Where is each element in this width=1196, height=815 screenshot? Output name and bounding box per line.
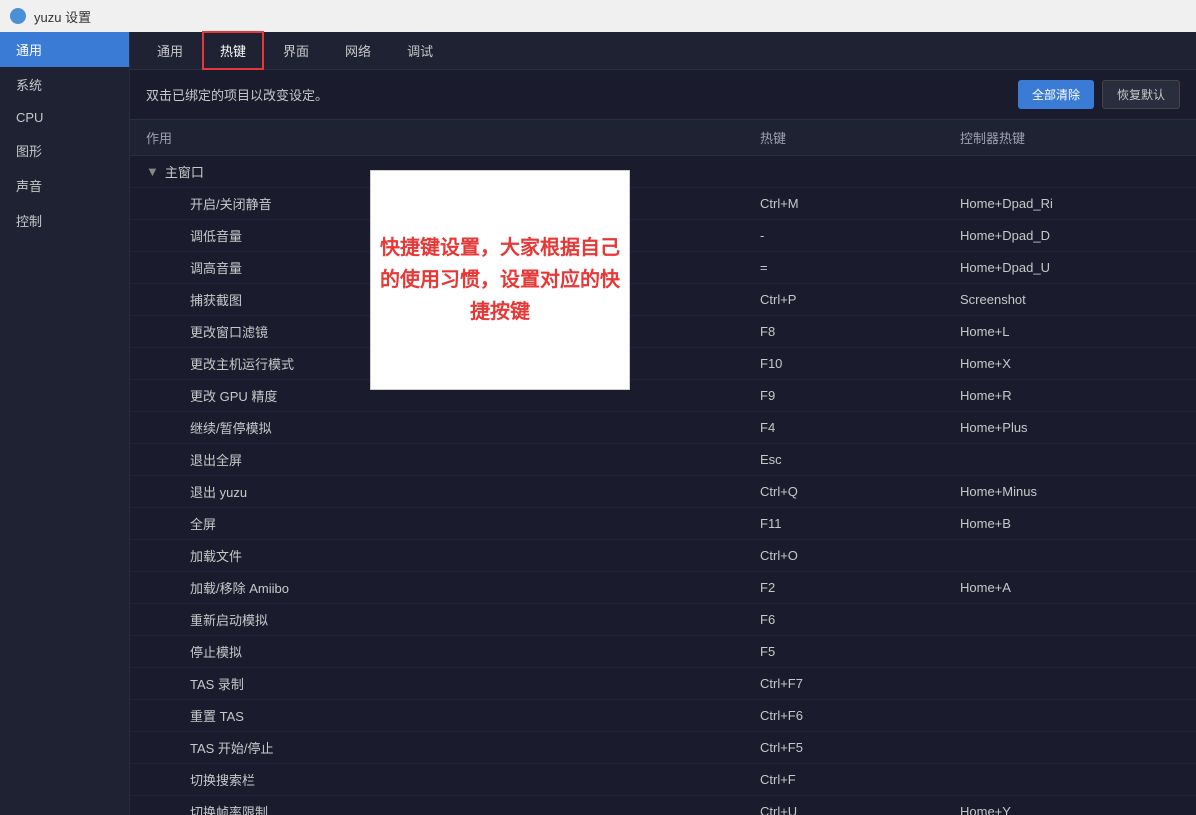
controller-hotkey-header: 控制器热键 bbox=[960, 128, 1180, 147]
section-name: 主窗口 bbox=[165, 162, 204, 181]
hotkey-cell: Ctrl+F7 bbox=[760, 676, 960, 691]
hotkey-cell: = bbox=[760, 260, 960, 275]
hotkey-cell: Ctrl+F5 bbox=[760, 740, 960, 755]
controller-hotkey-cell: Home+B bbox=[960, 516, 1180, 531]
table-row[interactable]: TAS 开始/停止Ctrl+F5 bbox=[130, 732, 1196, 764]
hotkey-cell: Esc bbox=[760, 452, 960, 467]
tab-debug[interactable]: 调试 bbox=[390, 32, 450, 69]
restore-button[interactable]: 恢复默认 bbox=[1102, 80, 1180, 109]
action-cell: 切换帧率限制 bbox=[146, 802, 760, 815]
instruction-bar: 双击已绑定的项目以改变设定。 全部清除 恢复默认 bbox=[130, 70, 1196, 120]
table-row[interactable]: 全屏F11Home+B bbox=[130, 508, 1196, 540]
hotkey-cell: F8 bbox=[760, 324, 960, 339]
hotkey-cell: F6 bbox=[760, 612, 960, 627]
controller-hotkey-cell: Home+R bbox=[960, 388, 1180, 403]
sidebar-item-control[interactable]: 控制 bbox=[0, 203, 129, 238]
controller-hotkey-cell: Screenshot bbox=[960, 292, 1180, 307]
controller-hotkey-cell: Home+X bbox=[960, 356, 1180, 371]
tab-interface[interactable]: 界面 bbox=[266, 32, 326, 69]
sidebar-item-graphics[interactable]: 图形 bbox=[0, 133, 129, 168]
tab-hotkeys[interactable]: 热键 bbox=[202, 31, 264, 70]
hotkey-cell: Ctrl+M bbox=[760, 196, 960, 211]
sidebar-item-cpu[interactable]: CPU bbox=[0, 102, 129, 133]
title-bar: yuzu 设置 bbox=[0, 0, 1196, 32]
hotkey-cell: Ctrl+Q bbox=[760, 484, 960, 499]
popup-overlay: 快捷键设置，大家根据自己的使用习惯，设置对应的快捷按键 bbox=[370, 170, 630, 390]
tab-network[interactable]: 网络 bbox=[328, 32, 388, 69]
hotkey-cell: F9 bbox=[760, 388, 960, 403]
hotkey-cell: Ctrl+O bbox=[760, 548, 960, 563]
hotkey-table[interactable]: 作用 热键 控制器热键 ▼ 主窗口开启/关闭静音Ctrl+MHome+Dpad_R… bbox=[130, 120, 1196, 815]
table-row[interactable]: 加载文件Ctrl+O bbox=[130, 540, 1196, 572]
hotkey-cell: F4 bbox=[760, 420, 960, 435]
content-area: 通用热键界面网络调试 双击已绑定的项目以改变设定。 全部清除 恢复默认 作用 热… bbox=[130, 32, 1196, 815]
app-icon bbox=[10, 8, 26, 24]
hotkey-cell: F2 bbox=[760, 580, 960, 595]
sidebar: 通用系统CPU图形声音控制 bbox=[0, 32, 130, 815]
hotkey-cell: - bbox=[760, 228, 960, 243]
table-row[interactable]: 捕获截图Ctrl+PScreenshot bbox=[130, 284, 1196, 316]
sidebar-item-general[interactable]: 通用 bbox=[0, 32, 129, 67]
action-cell: 切换搜索栏 bbox=[146, 770, 760, 789]
controller-hotkey-cell: Home+Plus bbox=[960, 420, 1180, 435]
table-row[interactable]: 退出全屏Esc bbox=[130, 444, 1196, 476]
controller-hotkey-cell: Home+Dpad_Ri bbox=[960, 196, 1180, 211]
table-row[interactable]: 停止模拟F5 bbox=[130, 636, 1196, 668]
controller-hotkey-cell: Home+L bbox=[960, 324, 1180, 339]
action-cell: 退出全屏 bbox=[146, 450, 760, 469]
tab-general[interactable]: 通用 bbox=[140, 32, 200, 69]
action-cell: 退出 yuzu bbox=[146, 482, 760, 501]
action-cell: 继续/暂停模拟 bbox=[146, 418, 760, 437]
action-cell: 停止模拟 bbox=[146, 642, 760, 661]
popup-text: 快捷键设置，大家根据自己的使用习惯，设置对应的快捷按键 bbox=[371, 232, 629, 328]
section-header[interactable]: ▼ 主窗口 bbox=[130, 156, 1196, 188]
hotkey-cell: Ctrl+F bbox=[760, 772, 960, 787]
hotkey-header: 热键 bbox=[760, 128, 960, 147]
action-cell: TAS 录制 bbox=[146, 674, 760, 693]
controller-hotkey-cell: Home+A bbox=[960, 580, 1180, 595]
main-container: 通用系统CPU图形声音控制 通用热键界面网络调试 双击已绑定的项目以改变设定。 … bbox=[0, 32, 1196, 815]
table-row[interactable]: 切换帧率限制Ctrl+UHome+Y bbox=[130, 796, 1196, 815]
table-row[interactable]: 开启/关闭静音Ctrl+MHome+Dpad_Ri bbox=[130, 188, 1196, 220]
table-row[interactable]: 继续/暂停模拟F4Home+Plus bbox=[130, 412, 1196, 444]
action-cell: 加载文件 bbox=[146, 546, 760, 565]
hotkey-cell: F5 bbox=[760, 644, 960, 659]
table-row[interactable]: 加载/移除 AmiiboF2Home+A bbox=[130, 572, 1196, 604]
table-row[interactable]: 退出 yuzuCtrl+QHome+Minus bbox=[130, 476, 1196, 508]
title-bar-text: yuzu 设置 bbox=[34, 7, 91, 26]
hotkey-cell: Ctrl+F6 bbox=[760, 708, 960, 723]
action-cell: 重置 TAS bbox=[146, 706, 760, 725]
action-cell: 重新启动模拟 bbox=[146, 610, 760, 629]
action-cell: 加载/移除 Amiibo bbox=[146, 578, 760, 597]
table-row[interactable]: 重新启动模拟F6 bbox=[130, 604, 1196, 636]
action-cell: TAS 开始/停止 bbox=[146, 738, 760, 757]
hotkey-cell: F10 bbox=[760, 356, 960, 371]
controller-hotkey-cell: Home+Y bbox=[960, 804, 1180, 815]
table-header: 作用 热键 控制器热键 bbox=[130, 120, 1196, 156]
hotkey-cell: Ctrl+U bbox=[760, 804, 960, 815]
table-row[interactable]: 切换搜索栏Ctrl+F bbox=[130, 764, 1196, 796]
table-row[interactable]: 调高音量=Home+Dpad_U bbox=[130, 252, 1196, 284]
tabs-bar: 通用热键界面网络调试 bbox=[130, 32, 1196, 70]
table-row[interactable]: 更改主机运行模式F10Home+X bbox=[130, 348, 1196, 380]
arrow-icon: ▼ bbox=[146, 164, 159, 179]
table-row[interactable]: 重置 TASCtrl+F6 bbox=[130, 700, 1196, 732]
action-cell: 全屏 bbox=[146, 514, 760, 533]
action-buttons: 全部清除 恢复默认 bbox=[1018, 80, 1180, 109]
controller-hotkey-cell: Home+Minus bbox=[960, 484, 1180, 499]
table-body: ▼ 主窗口开启/关闭静音Ctrl+MHome+Dpad_Ri调低音量-Home+D… bbox=[130, 156, 1196, 815]
hotkey-cell: F11 bbox=[760, 516, 960, 531]
table-row[interactable]: TAS 录制Ctrl+F7 bbox=[130, 668, 1196, 700]
table-row[interactable]: 调低音量-Home+Dpad_D bbox=[130, 220, 1196, 252]
table-row[interactable]: 更改窗口滤镜F8Home+L bbox=[130, 316, 1196, 348]
controller-hotkey-cell: Home+Dpad_D bbox=[960, 228, 1180, 243]
controller-hotkey-cell: Home+Dpad_U bbox=[960, 260, 1180, 275]
clear-all-button[interactable]: 全部清除 bbox=[1018, 80, 1094, 109]
table-row[interactable]: 更改 GPU 精度F9Home+R bbox=[130, 380, 1196, 412]
instruction-text: 双击已绑定的项目以改变设定。 bbox=[146, 85, 328, 104]
hotkey-cell: Ctrl+P bbox=[760, 292, 960, 307]
action-header: 作用 bbox=[146, 128, 760, 147]
sidebar-item-audio[interactable]: 声音 bbox=[0, 168, 129, 203]
sidebar-item-system[interactable]: 系统 bbox=[0, 67, 129, 102]
